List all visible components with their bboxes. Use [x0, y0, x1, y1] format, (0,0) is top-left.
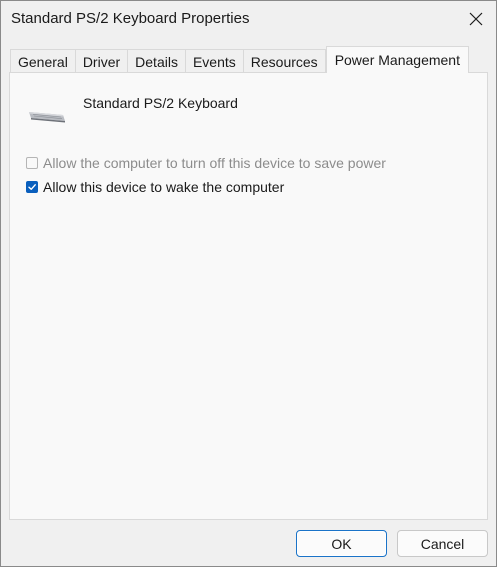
close-icon — [469, 12, 483, 26]
tab-driver[interactable]: Driver — [75, 49, 129, 73]
ok-button[interactable]: OK — [296, 530, 387, 557]
cancel-button[interactable]: Cancel — [397, 530, 488, 557]
tab-details[interactable]: Details — [128, 49, 186, 73]
checkmark-icon — [28, 184, 36, 190]
tab-events[interactable]: Events — [185, 49, 244, 73]
allow-turn-off-label: Allow the computer to turn off this devi… — [43, 155, 386, 171]
tab-general[interactable]: General — [10, 49, 76, 73]
tab-power-management[interactable]: Power Management — [325, 46, 469, 73]
allow-wake-label[interactable]: Allow this device to wake the computer — [43, 179, 284, 195]
close-button[interactable] — [461, 6, 491, 32]
allow-wake-option[interactable]: Allow this device to wake the computer — [26, 179, 284, 195]
title-bar: Standard PS/2 Keyboard Properties — [1, 1, 496, 37]
tab-strip: General Driver Details Events Resources … — [10, 46, 469, 73]
properties-dialog: Standard PS/2 Keyboard Properties Genera… — [0, 0, 497, 567]
device-name: Standard PS/2 Keyboard — [83, 95, 238, 111]
dialog-footer: OK Cancel — [1, 520, 496, 566]
allow-turn-off-option: Allow the computer to turn off this devi… — [26, 155, 386, 171]
allow-wake-checkbox[interactable] — [26, 181, 38, 193]
window-title: Standard PS/2 Keyboard Properties — [11, 10, 250, 27]
tab-resources[interactable]: Resources — [243, 49, 326, 73]
keyboard-icon — [29, 112, 65, 123]
power-management-panel: Standard PS/2 Keyboard Allow the compute… — [9, 72, 488, 520]
allow-turn-off-checkbox — [26, 157, 38, 169]
